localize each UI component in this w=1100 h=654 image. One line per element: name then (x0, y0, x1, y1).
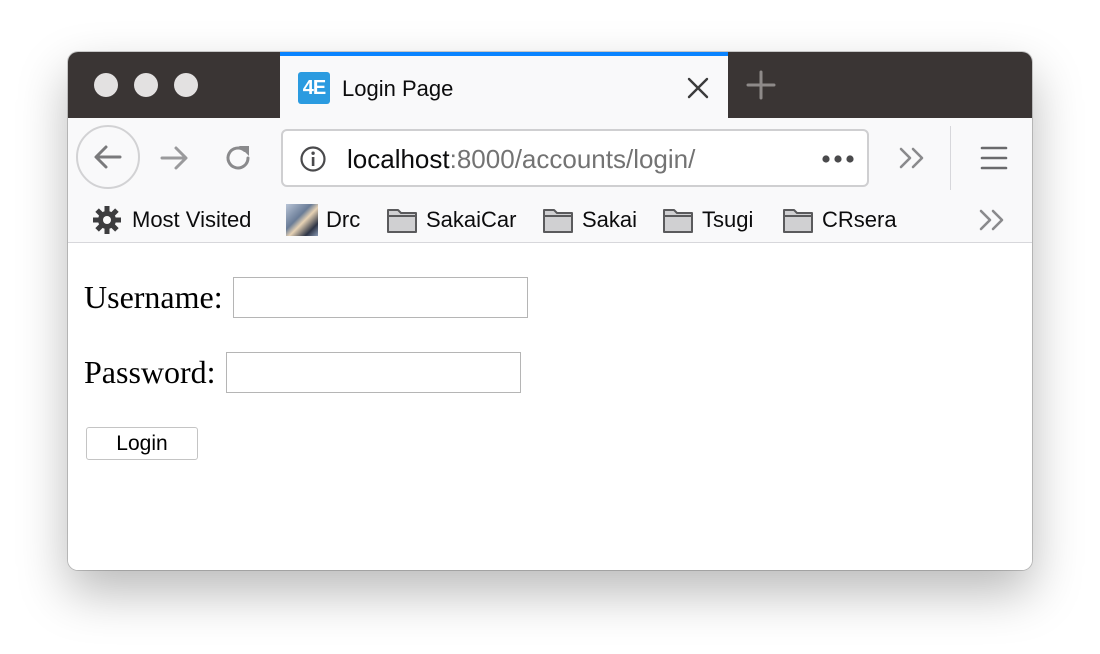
back-arrow-icon (94, 145, 122, 169)
browser-window: 4E Login Page localhost:8000/accounts/lo… (68, 52, 1032, 570)
bookmarks-toolbar: Most Visited Drc SakaiCar Sakai Tsugi CR… (68, 198, 1032, 243)
bookmarks-overflow-icon[interactable] (978, 208, 1008, 232)
address-bar[interactable]: localhost:8000/accounts/login/ (281, 129, 869, 187)
bookmark-label: CRsera (822, 207, 897, 232)
url-path: :8000/accounts/login/ (449, 144, 696, 174)
bookmark-sakaicar[interactable]: SakaiCar (386, 204, 516, 236)
reload-icon[interactable] (222, 142, 254, 174)
bookmark-tsugi[interactable]: Tsugi (662, 204, 753, 236)
gear-icon (93, 206, 121, 234)
bookmark-sakai[interactable]: Sakai (542, 204, 637, 236)
back-button[interactable] (76, 125, 140, 189)
window-close-button[interactable] (94, 73, 118, 97)
bookmark-label: Sakai (582, 207, 638, 232)
folder-icon (783, 209, 813, 233)
tab-favicon-icon: 4E (298, 72, 330, 104)
password-row: Password: (84, 352, 521, 393)
folder-icon (663, 209, 693, 233)
new-tab-icon[interactable] (746, 70, 776, 100)
info-icon[interactable] (299, 145, 327, 173)
url-host: localhost (347, 144, 450, 174)
bookmark-label: SakaiCar (426, 207, 517, 232)
url-text[interactable]: localhost:8000/accounts/login/ (347, 144, 695, 175)
tab-login-page[interactable]: 4E Login Page (280, 52, 728, 118)
tab-title: Login Page (342, 76, 454, 101)
bookmark-crsera[interactable]: CRsera (782, 204, 897, 236)
bookmark-label: Drc (326, 207, 361, 232)
window-zoom-button[interactable] (174, 73, 198, 97)
navigation-toolbar: localhost:8000/accounts/login/ (68, 118, 1032, 198)
bookmark-label: Most Visited (132, 207, 252, 232)
page-content: Username: Password: Login (68, 243, 1032, 570)
toolbar-divider (950, 126, 951, 190)
window-minimize-button[interactable] (134, 73, 158, 97)
folder-icon (387, 209, 417, 233)
folder-icon (543, 209, 573, 233)
hamburger-menu-icon[interactable] (980, 144, 1008, 172)
toolbar-overflow-icon[interactable] (898, 146, 928, 170)
tab-bar: 4E Login Page (68, 52, 1032, 118)
password-input[interactable] (225, 352, 521, 393)
bookmark-drc[interactable]: Drc (286, 204, 360, 236)
bookmark-label: Tsugi (702, 207, 754, 232)
page-actions-icon[interactable] (821, 149, 855, 169)
login-button[interactable]: Login (86, 427, 198, 460)
username-input[interactable] (232, 277, 528, 318)
forward-arrow-icon[interactable] (158, 142, 190, 174)
tab-close-icon[interactable] (686, 76, 710, 100)
bookmark-most-visited[interactable]: Most Visited (92, 204, 251, 236)
username-label: Username: (84, 279, 223, 315)
username-row: Username: (84, 277, 528, 318)
password-label: Password: (84, 354, 216, 390)
bookmark-avatar-image (286, 204, 318, 236)
